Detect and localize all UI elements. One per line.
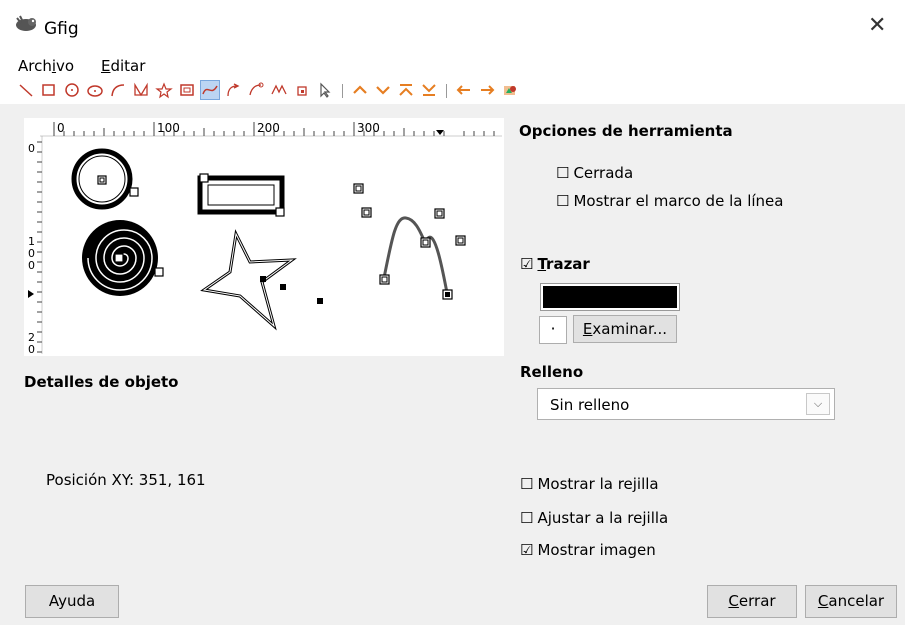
show-previous-icon[interactable] <box>455 81 473 99</box>
ellipse-tool-icon[interactable] <box>86 81 104 99</box>
raise-object-icon[interactable] <box>351 81 369 99</box>
checkbox-checked-icon: ☑ <box>520 255 534 273</box>
position-readout: Posición XY: 351, 161 <box>46 471 206 489</box>
snap-grid-checkbox[interactable]: ☐ Ajustar a la rejilla <box>520 509 668 527</box>
toolbar-separator <box>446 84 447 98</box>
cancel-accel: C <box>817 592 829 610</box>
preview-canvas[interactable]: 0 100 200 300 0 1 0 0 2 0 <box>24 118 504 356</box>
snap-grid-label: Ajustar a la rejilla <box>537 509 669 527</box>
lower-to-bottom-icon[interactable] <box>420 81 438 99</box>
help-label: Ayuda <box>48 592 96 610</box>
ruler-label-0: 0 <box>57 121 65 135</box>
show-all-icon[interactable] <box>501 81 519 99</box>
top-ruler: 0 100 200 300 <box>40 121 502 137</box>
raise-to-top-icon[interactable] <box>397 81 415 99</box>
show-next-icon[interactable] <box>478 81 496 99</box>
gimp-wilber-icon <box>14 14 38 36</box>
show-line-frame-label: Mostrar el marco de la línea <box>573 192 784 210</box>
stroke-label: razar <box>546 255 590 273</box>
close-label: errar <box>738 592 776 610</box>
ruler-label-100: 100 <box>157 121 180 135</box>
polygon-tool-icon[interactable] <box>132 81 150 99</box>
menu-archivo-text-end: vo <box>56 57 75 75</box>
toolbar-separator <box>342 84 343 98</box>
tool-options-title: Opciones de herramienta <box>519 122 733 140</box>
select-object-tool-icon[interactable] <box>316 81 334 99</box>
arc-tool-icon[interactable] <box>109 81 127 99</box>
window-title: Gfig <box>44 19 79 39</box>
brush-dot: · <box>550 319 556 338</box>
fill-title: Relleno <box>520 363 584 381</box>
checkbox-unchecked-icon: ☐ <box>520 509 534 527</box>
menu-editar[interactable]: Editar <box>101 57 145 75</box>
checkbox-unchecked-icon: ☐ <box>520 475 534 493</box>
lower-object-icon[interactable] <box>374 81 392 99</box>
menu-bar: Archivo Editar <box>0 50 905 78</box>
checkbox-unchecked-icon: ☐ <box>556 164 570 182</box>
close-accel: C <box>728 592 739 610</box>
cancel-button[interactable]: Cancelar <box>805 585 897 618</box>
rectangle-tool-icon[interactable] <box>40 81 58 99</box>
show-grid-label: Mostrar la rejilla <box>537 475 659 493</box>
checkbox-checked-icon: ☑ <box>520 541 534 559</box>
brush-preview: · <box>539 316 567 344</box>
menu-archivo[interactable]: Archivo <box>18 57 74 75</box>
closed-label: Cerrada <box>573 164 634 182</box>
stroke-checkbox[interactable]: ☑ Trazar <box>520 255 590 273</box>
left-ruler: 0 1 0 0 2 0 <box>28 136 43 356</box>
browse-label: xaminar... <box>592 320 668 338</box>
closed-checkbox[interactable]: ☐ Cerrada <box>556 164 633 182</box>
bezier-tool-icon[interactable] <box>200 80 220 100</box>
cancel-label: ancelar <box>828 592 885 610</box>
copy-object-tool-icon[interactable] <box>270 81 288 99</box>
close-window-icon[interactable]: ✕ <box>868 13 886 38</box>
spiral-tool-icon[interactable] <box>178 81 196 99</box>
line-tool-icon[interactable] <box>17 81 35 99</box>
show-image-label: Mostrar imagen <box>537 541 656 559</box>
stroke-label-accel: T <box>537 255 547 273</box>
star-tool-icon[interactable] <box>155 81 173 99</box>
svg-text:0: 0 <box>28 259 35 272</box>
toolbar <box>0 78 905 104</box>
move-object-tool-icon[interactable] <box>224 81 242 99</box>
move-point-tool-icon[interactable] <box>247 81 265 99</box>
menu-archivo-text: Arch <box>18 57 52 75</box>
svg-text:0: 0 <box>28 343 35 356</box>
show-image-checkbox[interactable]: ☑ Mostrar imagen <box>520 541 656 559</box>
show-grid-checkbox[interactable]: ☐ Mostrar la rejilla <box>520 475 659 493</box>
fill-type-select[interactable]: Sin relleno ⌵ <box>537 388 835 420</box>
close-button[interactable]: Cerrar <box>707 585 797 618</box>
help-button[interactable]: Ayuda <box>25 585 119 618</box>
show-line-frame-checkbox[interactable]: ☐ Mostrar el marco de la línea <box>556 192 783 210</box>
menu-editar-text: ditar <box>110 57 146 75</box>
browse-accel: E <box>582 320 593 338</box>
title-bar: Gfig ✕ <box>0 0 905 50</box>
browse-brush-button[interactable]: Examinar... <box>573 315 677 343</box>
ruler-label-300: 300 <box>357 121 380 135</box>
ruler-label-200: 200 <box>257 121 280 135</box>
fill-type-value: Sin relleno <box>550 396 630 414</box>
circle-tool-icon[interactable] <box>63 81 81 99</box>
stroke-color-button[interactable] <box>540 283 680 311</box>
chevron-down-icon: ⌵ <box>806 393 830 415</box>
delete-object-tool-icon[interactable] <box>293 81 311 99</box>
svg-text:0: 0 <box>28 142 35 155</box>
object-details-title: Detalles de objeto <box>24 373 179 391</box>
checkbox-unchecked-icon: ☐ <box>556 192 570 210</box>
preview-drawing: 0 100 200 300 0 1 0 0 2 0 <box>28 121 502 356</box>
